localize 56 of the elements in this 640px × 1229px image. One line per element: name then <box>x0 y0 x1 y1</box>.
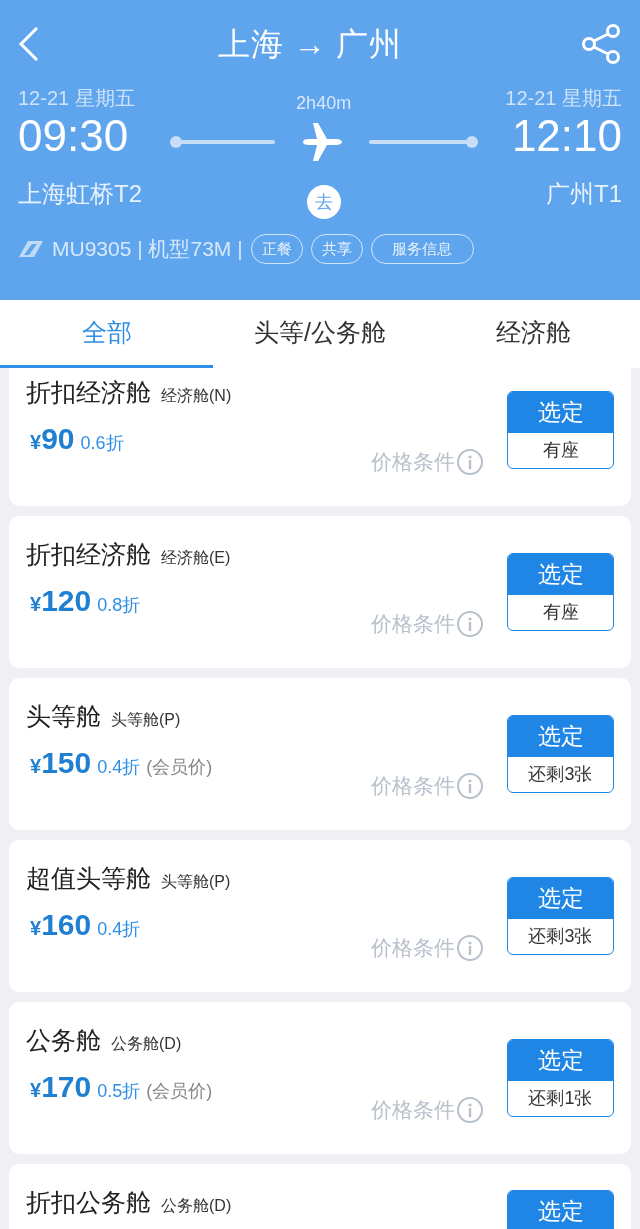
select-button[interactable]: 选定 有座 <box>507 553 614 631</box>
fare-name: 折扣经济舱 <box>26 539 151 570</box>
flight-duration: 2h40m <box>296 92 352 115</box>
availability: 有座 <box>541 439 580 462</box>
cabin-class: 经济舱(N) <box>161 386 232 406</box>
price: ¥170 <box>30 1068 92 1105</box>
price: ¥120 <box>30 582 92 619</box>
member-price-note: (会员价) <box>146 1079 213 1103</box>
fare-name: 公务舱 <box>26 1025 101 1056</box>
direction-badge: 去 <box>306 185 341 219</box>
info-icon[interactable] <box>457 934 483 961</box>
cabin-class: 公务舱(D) <box>111 1034 182 1054</box>
departure-airport: 上海虹桥T2 <box>18 179 142 209</box>
arrival-time: 12:10 <box>511 110 622 162</box>
info-icon[interactable] <box>457 448 483 475</box>
cabin-tab[interactable]: 经济舱 <box>426 300 640 368</box>
price: ¥160 <box>30 906 92 943</box>
availability: 还剩3张 <box>527 763 594 786</box>
select-button[interactable]: 选定 <box>507 1190 614 1229</box>
discount: 0.6折 <box>80 431 124 455</box>
select-button[interactable]: 选定 还剩3张 <box>507 715 614 793</box>
discount: 0.5折 <box>97 1079 141 1103</box>
flight-info: MU9305 | 机型73M | <box>52 236 243 262</box>
route-title: 上海 → 广州 <box>218 25 402 64</box>
fare-name: 头等舱 <box>26 701 101 732</box>
info-icon[interactable] <box>457 1096 483 1123</box>
availability: 有座 <box>541 601 580 624</box>
cabin-class: 经济舱(E) <box>161 548 231 568</box>
share-icon[interactable] <box>580 23 622 65</box>
arrival-airport: 广州T1 <box>545 179 622 209</box>
info-icon[interactable] <box>457 772 483 799</box>
arrival-date: 12-21 星期五 <box>505 86 622 110</box>
availability: 还剩1张 <box>527 1087 594 1110</box>
member-price-note: (会员价) <box>146 755 213 779</box>
fare-name: 折扣公务舱 <box>26 1187 151 1218</box>
availability: 还剩3张 <box>527 925 594 948</box>
airplane-icon <box>300 121 343 163</box>
info-icon[interactable] <box>457 610 483 637</box>
airline-logo-icon <box>18 239 44 258</box>
select-button[interactable]: 选定 还剩1张 <box>507 1039 614 1117</box>
cabin-class: 头等舱(P) <box>111 710 181 730</box>
departure-time: 09:30 <box>18 110 130 162</box>
select-button[interactable]: 选定 有座 <box>507 391 614 469</box>
discount: 0.4折 <box>97 755 141 779</box>
discount: 0.8折 <box>97 593 141 617</box>
back-icon[interactable] <box>18 26 40 62</box>
cabin-class: 头等舱(P) <box>161 872 231 892</box>
select-button[interactable]: 选定 还剩3张 <box>507 877 614 955</box>
price: ¥90 <box>30 420 75 457</box>
fare-name: 超值头等舱 <box>26 863 151 894</box>
cabin-class: 公务舱(D) <box>161 1196 232 1216</box>
fare-name: 折扣经济舱 <box>26 377 151 408</box>
cabin-tab[interactable]: 头等/公务舱 <box>213 300 427 368</box>
discount: 0.4折 <box>97 917 141 941</box>
departure-date: 12-21 星期五 <box>18 86 136 110</box>
price: ¥150 <box>30 744 92 781</box>
